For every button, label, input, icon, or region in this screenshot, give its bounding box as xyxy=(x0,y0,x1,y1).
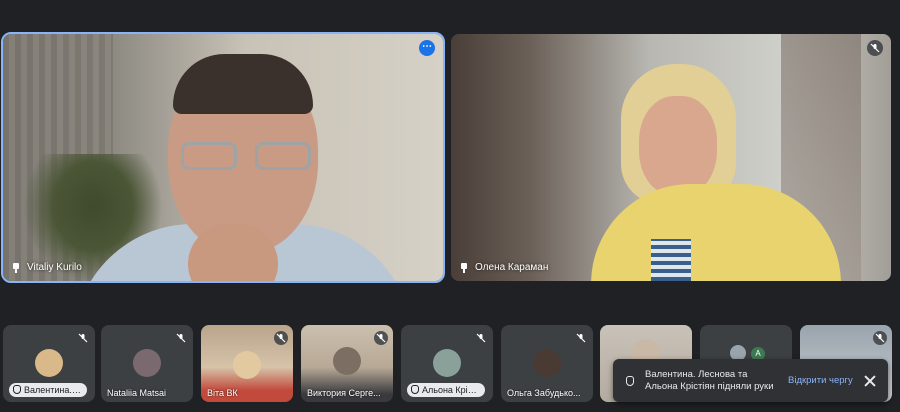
video-tile-vitaliy[interactable]: ⋯ Vitaliy Kurilo xyxy=(1,32,445,283)
avatar xyxy=(133,349,161,377)
thumb-participant[interactable]: Виктория Серге... xyxy=(301,325,393,402)
participant-glasses xyxy=(181,142,311,172)
thumb-label: Виктория Серге... xyxy=(307,388,381,398)
pin-icon[interactable] xyxy=(11,262,21,273)
raised-hand-icon xyxy=(621,375,639,386)
video-tile-olena[interactable]: Олена Караман xyxy=(451,34,891,281)
avatar xyxy=(533,349,561,377)
avatar xyxy=(35,349,63,377)
thumb-participant[interactable]: Валентина. Лесн... xyxy=(3,325,95,402)
toast-message: Валентина. Леснова та Альона Крістіян пі… xyxy=(645,368,774,392)
participant-name-tag: Олена Караман xyxy=(459,262,548,273)
more-options-icon[interactable]: ⋯ xyxy=(419,40,435,56)
mic-off-icon xyxy=(867,40,883,56)
participant-name: Vitaliy Kurilo xyxy=(27,262,82,273)
mic-off-icon xyxy=(873,331,887,345)
thumb-label: Альона Крістіян xyxy=(407,383,485,397)
mic-off-icon xyxy=(574,331,588,345)
avatar xyxy=(233,351,261,379)
thumb-label: Nataliia Matsai xyxy=(107,388,167,398)
close-icon[interactable] xyxy=(863,374,877,388)
meeting-stage: ⋯ Vitaliy Kurilo Олена Караман Валентина… xyxy=(0,0,900,412)
mic-off-icon xyxy=(76,331,90,345)
raised-hands-toast: Валентина. Леснова та Альона Крістіян пі… xyxy=(613,359,888,402)
mic-off-icon xyxy=(274,331,288,345)
mic-off-icon xyxy=(474,331,488,345)
thumb-label: Валентина. Лесн... xyxy=(9,383,87,397)
open-queue-button[interactable]: Відкрити чергу xyxy=(788,375,853,386)
participant-name-tag: Vitaliy Kurilo xyxy=(11,262,82,273)
raised-hand-icon xyxy=(13,385,21,394)
thumb-participant[interactable]: Альона Крістіян xyxy=(401,325,493,402)
mic-off-icon xyxy=(174,331,188,345)
participant-name: Олена Караман xyxy=(475,262,549,273)
pin-icon[interactable] xyxy=(459,262,469,273)
thumb-participant[interactable]: Віта ВК xyxy=(201,325,293,402)
thumb-participant[interactable]: Nataliia Matsai xyxy=(101,325,193,402)
thumb-participant[interactable]: Ольга Забудько... xyxy=(501,325,593,402)
thumb-label: Ольга Забудько... xyxy=(507,388,581,398)
raised-hand-icon xyxy=(411,385,419,394)
thumb-label: Віта ВК xyxy=(207,388,238,398)
mic-off-icon xyxy=(374,331,388,345)
avatar xyxy=(333,347,361,375)
avatar xyxy=(433,349,461,377)
